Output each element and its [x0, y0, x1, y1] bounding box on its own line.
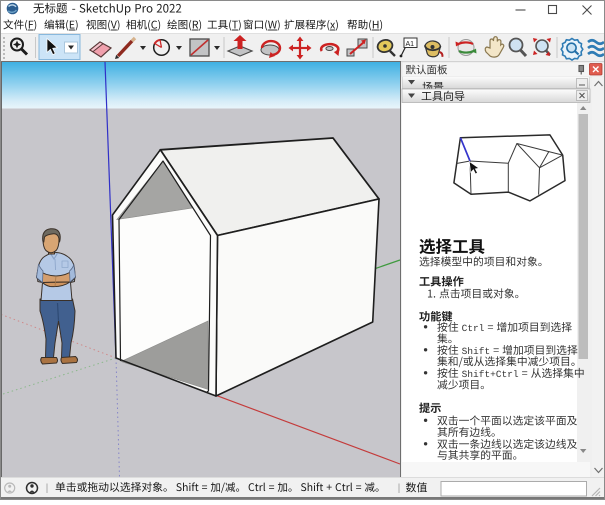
- svg-text:A1: A1: [406, 41, 415, 48]
